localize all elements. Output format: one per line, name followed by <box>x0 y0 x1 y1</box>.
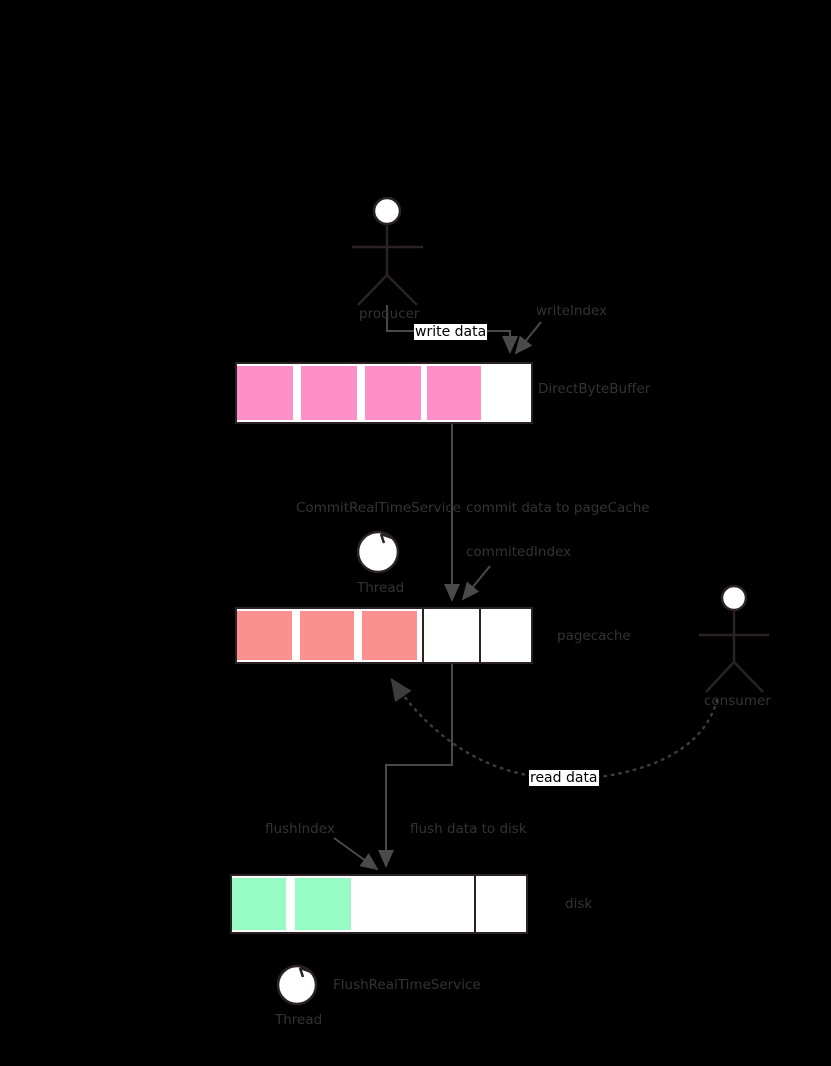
flush-thread-tick2 <box>298 967 305 978</box>
flush-thread-icon <box>276 964 318 1006</box>
pagecache-cell-2 <box>362 609 417 662</box>
producer-actor <box>352 196 423 306</box>
disk-gap-1 <box>351 876 360 932</box>
consumer-leg-right <box>733 661 764 693</box>
commit-service-label: CommitRealTimeService <box>296 500 462 516</box>
flush-service-label: FlushRealTimeService <box>333 977 481 993</box>
disk-cell-4-fill <box>476 878 526 930</box>
commit-thread-label: Thread <box>357 580 405 596</box>
consumer-leg-left <box>705 661 735 693</box>
producer-label: producer <box>359 306 420 322</box>
disk-cell-4 <box>476 876 526 932</box>
diagram-canvas: producer write data writeIndex DirectByt… <box>0 0 831 1066</box>
disk-cell-3-fill <box>418 878 475 930</box>
commit-thread-icon <box>356 530 400 574</box>
commited-index-label: commitedIndex <box>466 544 572 560</box>
disk-cell-2-fill <box>359 878 414 930</box>
disk-cell-0 <box>232 876 286 932</box>
pagecache-label: pagecache <box>557 628 631 644</box>
disk-cell-2 <box>359 876 414 932</box>
buffer-cell-0-fill <box>237 366 293 420</box>
pagecache-cell-0 <box>237 609 292 662</box>
pagecache-gap-1 <box>354 609 362 662</box>
pagecache-cell-2-fill <box>362 611 417 660</box>
flush-index-label: flushIndex <box>265 821 335 837</box>
read-data-connector <box>390 677 719 781</box>
buffer-cell-1 <box>301 364 357 422</box>
buffer-cell-2-fill <box>365 366 421 420</box>
buffer-cell-4 <box>481 364 531 422</box>
producer-head-icon <box>372 196 402 226</box>
flush-thread-label: Thread <box>275 1012 323 1028</box>
flush-thread-circle <box>276 964 318 1006</box>
buffer-cell-2 <box>365 364 421 422</box>
read-data-label: read data <box>529 770 599 787</box>
consumer-actor <box>699 584 769 693</box>
producer-leg-right <box>386 274 418 306</box>
buffer-gap-0 <box>293 364 301 422</box>
buffer-cell-0 <box>237 364 293 422</box>
pagecache-row <box>235 607 533 664</box>
commit-thread-circle <box>356 530 400 574</box>
disk-cell-1-fill <box>294 878 351 930</box>
pagecache-cell-1 <box>299 609 355 662</box>
write-index-pointer <box>514 321 542 355</box>
commit-data-label: commit data to pageCache <box>466 500 650 516</box>
disk-label: disk <box>565 896 593 912</box>
disk-row <box>230 874 528 934</box>
pagecache-cell-4 <box>481 609 531 662</box>
buffer-gap-1 <box>357 364 365 422</box>
direct-byte-buffer-label: DirectByteBuffer <box>538 381 651 397</box>
buffer-cell-1-fill <box>301 366 357 420</box>
disk-gap-0 <box>286 876 295 932</box>
direct-byte-buffer-row <box>235 362 533 424</box>
consumer-head-icon <box>720 584 748 612</box>
commited-index-pointer <box>461 565 491 601</box>
pagecache-cell-4-fill <box>481 611 531 660</box>
pagecache-gap-0 <box>292 609 300 662</box>
commit-thread-tick2 <box>379 533 386 544</box>
consumer-label: consumer <box>704 693 771 709</box>
pagecache-cell-3-fill <box>423 611 480 660</box>
buffer-cell-3-fill <box>427 366 481 420</box>
write-index-label: writeIndex <box>536 303 608 319</box>
disk-cell-1 <box>294 876 351 932</box>
write-data-label: write data <box>414 324 488 341</box>
flush-thread-tick <box>299 966 312 974</box>
flush-data-label: flush data to disk <box>410 821 527 837</box>
pagecache-cell-1-fill <box>299 611 355 660</box>
buffer-cell-3 <box>427 364 481 422</box>
pagecache-cell-0-fill <box>237 611 292 660</box>
producer-leg-left <box>357 274 388 306</box>
disk-cell-3 <box>418 876 475 932</box>
buffer-cell-4-fill <box>481 366 531 420</box>
disk-cell-0-fill <box>232 878 286 930</box>
commit-thread-tick <box>380 532 393 540</box>
pagecache-cell-3 <box>423 609 480 662</box>
flush-index-pointer <box>333 837 379 871</box>
